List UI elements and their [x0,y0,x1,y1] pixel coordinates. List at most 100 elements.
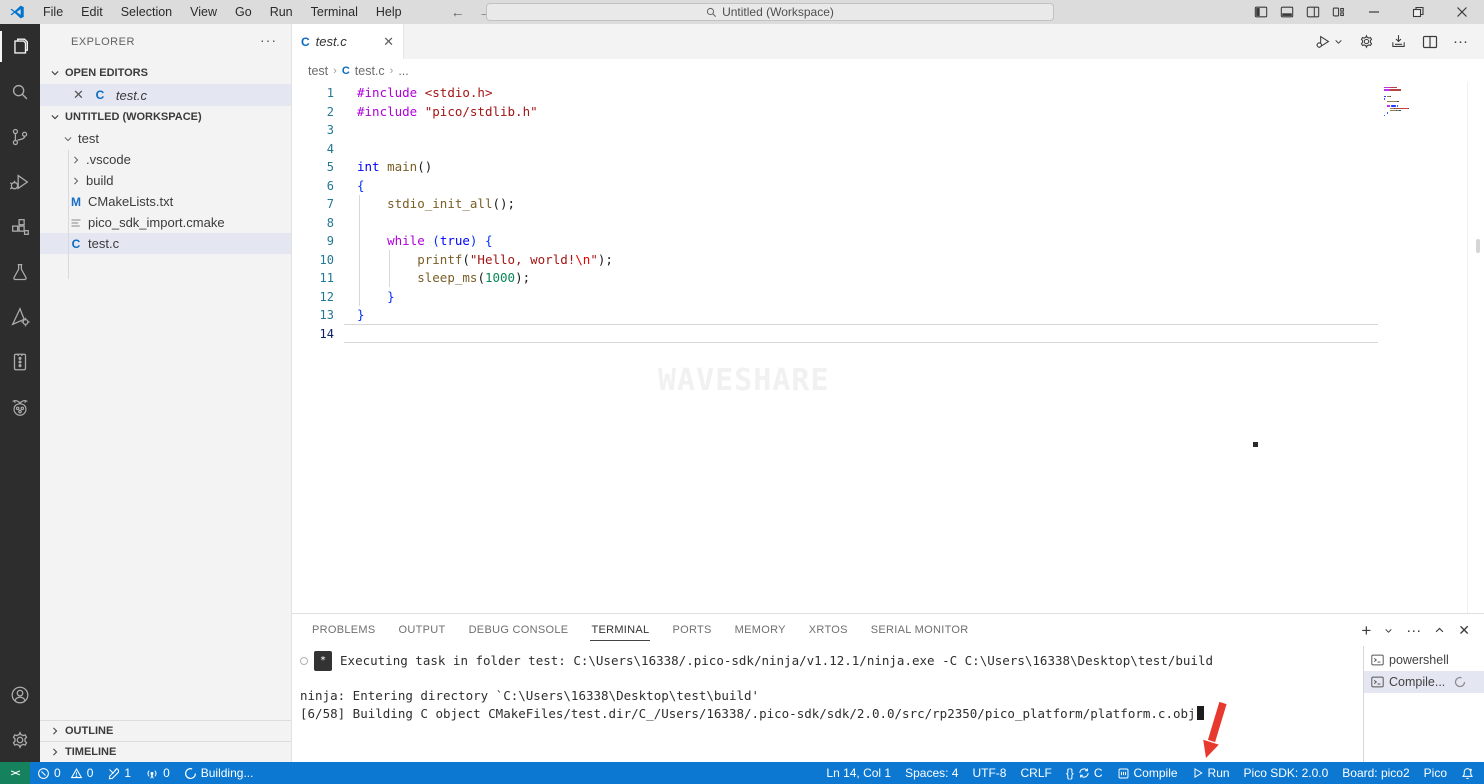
flash-project-icon[interactable] [1390,33,1407,50]
split-editor-icon[interactable] [1422,34,1438,50]
tab-debug-console[interactable]: DEBUG CONSOLE [468,620,570,641]
cmake-icon[interactable] [0,294,40,339]
open-editor-item-testc[interactable]: ✕ C test.c [40,84,291,106]
indentation[interactable]: Spaces: 4 [898,762,965,784]
cursor-position[interactable]: Ln 14, Col 1 [819,762,898,784]
explorer-more-actions[interactable]: ··· [260,32,277,48]
tab-problems[interactable]: PROBLEMS [311,620,377,641]
minimize-button[interactable] [1352,0,1396,24]
account-icon[interactable] [0,672,40,717]
breadcrumb-folder[interactable]: test [308,64,328,78]
menu-edit[interactable]: Edit [72,0,112,24]
close-panel-icon[interactable]: ✕ [1458,623,1470,637]
breadcrumb-symbol[interactable]: ... [398,64,408,78]
menu-terminal[interactable]: Terminal [302,0,367,24]
menu-help[interactable]: Help [367,0,411,24]
terminal-item-compile[interactable]: Compile... [1364,671,1484,693]
terminal-item-powershell[interactable]: powershell [1364,649,1484,671]
breadcrumb-file[interactable]: test.c [355,64,385,78]
tab-serial-monitor[interactable]: SERIAL MONITOR [870,620,970,641]
extensions-icon[interactable] [0,204,40,249]
workspace-section[interactable]: UNTITLED (WORKSPACE) [40,106,291,128]
configure-gear-icon[interactable] [1358,33,1375,50]
code-line-8[interactable]: 8 [292,214,1484,233]
code-line-14[interactable]: 14 [292,325,1484,344]
code-line-11[interactable]: 11 sleep_ms(1000); [292,269,1484,288]
code-line-1[interactable]: 1#include <stdio.h> [292,84,1484,103]
back-arrow-icon[interactable]: ← [451,4,465,20]
testing-beaker-icon[interactable] [0,249,40,294]
editor-more-actions-icon[interactable]: ··· [1453,33,1468,50]
toggle-secondary-sidebar-icon[interactable] [1300,0,1326,24]
tools-status[interactable]: 1 [100,762,138,784]
scrollbar-thumb[interactable] [1476,239,1480,253]
explorer-icon[interactable] [0,24,40,69]
menu-go[interactable]: Go [226,0,261,24]
pico-status[interactable]: Pico [1417,762,1454,784]
language-mode[interactable]: {} C [1059,762,1110,784]
tab-terminal[interactable]: TERMINAL [590,620,650,641]
code-editor[interactable]: 1#include <stdio.h>2#include "pico/stdli… [292,82,1484,613]
menu-run[interactable]: Run [261,0,302,24]
ports-status[interactable]: 0 [138,762,177,784]
settings-gear-icon[interactable] [0,717,40,762]
tab-memory[interactable]: MEMORY [734,620,787,641]
tab-close-icon[interactable]: ✕ [383,34,394,50]
restore-button[interactable] [1396,0,1440,24]
file-pico-sdk-import[interactable]: pico_sdk_import.cmake [40,212,291,233]
command-center-search[interactable]: Untitled (Workspace) [486,3,1054,21]
code-line-2[interactable]: 2#include "pico/stdlib.h" [292,103,1484,122]
tab-output[interactable]: OUTPUT [398,620,447,641]
close-editor-icon[interactable]: ✕ [73,87,84,103]
customize-layout-icon[interactable] [1326,0,1352,24]
pico-board-icon[interactable] [0,339,40,384]
remote-indicator[interactable]: >< [0,762,30,784]
building-status[interactable]: Building... [177,762,261,784]
raspberry-pi-icon[interactable] [0,384,40,429]
code-line-13[interactable]: 13} [292,306,1484,325]
open-editors-section[interactable]: OPEN EDITORS [40,62,291,84]
source-control-icon[interactable] [0,114,40,159]
code-line-6[interactable]: 6{ [292,177,1484,196]
code-line-12[interactable]: 12 } [292,288,1484,307]
run-task-icon[interactable] [1315,33,1343,50]
code-line-3[interactable]: 3 [292,121,1484,140]
minimap[interactable] [1384,87,1410,119]
file-cmakelists[interactable]: M CMakeLists.txt [40,191,291,212]
outline-section[interactable]: OUTLINE [40,720,291,741]
folder-vscode[interactable]: .vscode [40,149,291,170]
menu-file[interactable]: File [34,0,72,24]
menu-selection[interactable]: Selection [112,0,181,24]
eol-sequence[interactable]: CRLF [1013,762,1058,784]
code-line-10[interactable]: 10 printf("Hello, world!\n"); [292,251,1484,270]
close-window-button[interactable] [1440,0,1484,24]
board-selector[interactable]: Board: pico2 [1335,762,1416,784]
file-testc[interactable]: C test.c [40,233,291,254]
new-terminal-icon[interactable]: + [1361,622,1371,639]
code-line-9[interactable]: 9 while (true) { [292,232,1484,251]
maximize-panel-icon[interactable] [1434,625,1445,636]
menu-view[interactable]: View [181,0,226,24]
notifications-bell-icon[interactable] [1454,762,1484,784]
tab-testc[interactable]: C test.c ✕ [292,24,404,59]
pico-sdk-version[interactable]: Pico SDK: 2.0.0 [1237,762,1336,784]
toggle-panel-icon[interactable] [1274,0,1300,24]
compile-button[interactable]: Compile [1110,762,1185,784]
encoding[interactable]: UTF-8 [965,762,1013,784]
run-debug-icon[interactable] [0,159,40,204]
timeline-section[interactable]: TIMELINE [40,741,291,762]
code-line-7[interactable]: 7 stdio_init_all(); [292,195,1484,214]
toggle-sidebar-icon[interactable] [1248,0,1274,24]
code-line-5[interactable]: 5int main() [292,158,1484,177]
run-button[interactable]: Run [1185,762,1237,784]
tab-ports[interactable]: PORTS [671,620,712,641]
terminal-output[interactable]: *Executing task in folder test: C:\Users… [292,646,1363,762]
search-sidebar-icon[interactable] [0,69,40,114]
folder-test[interactable]: test [40,128,291,149]
problems-status[interactable]: 0 0 [30,762,100,784]
tab-xrtos[interactable]: XRTOS [808,620,849,641]
folder-build[interactable]: build [40,170,291,191]
panel-more-actions-icon[interactable]: ··· [1406,623,1421,638]
terminal-dropdown-icon[interactable] [1384,626,1393,635]
code-line-4[interactable]: 4 [292,140,1484,159]
